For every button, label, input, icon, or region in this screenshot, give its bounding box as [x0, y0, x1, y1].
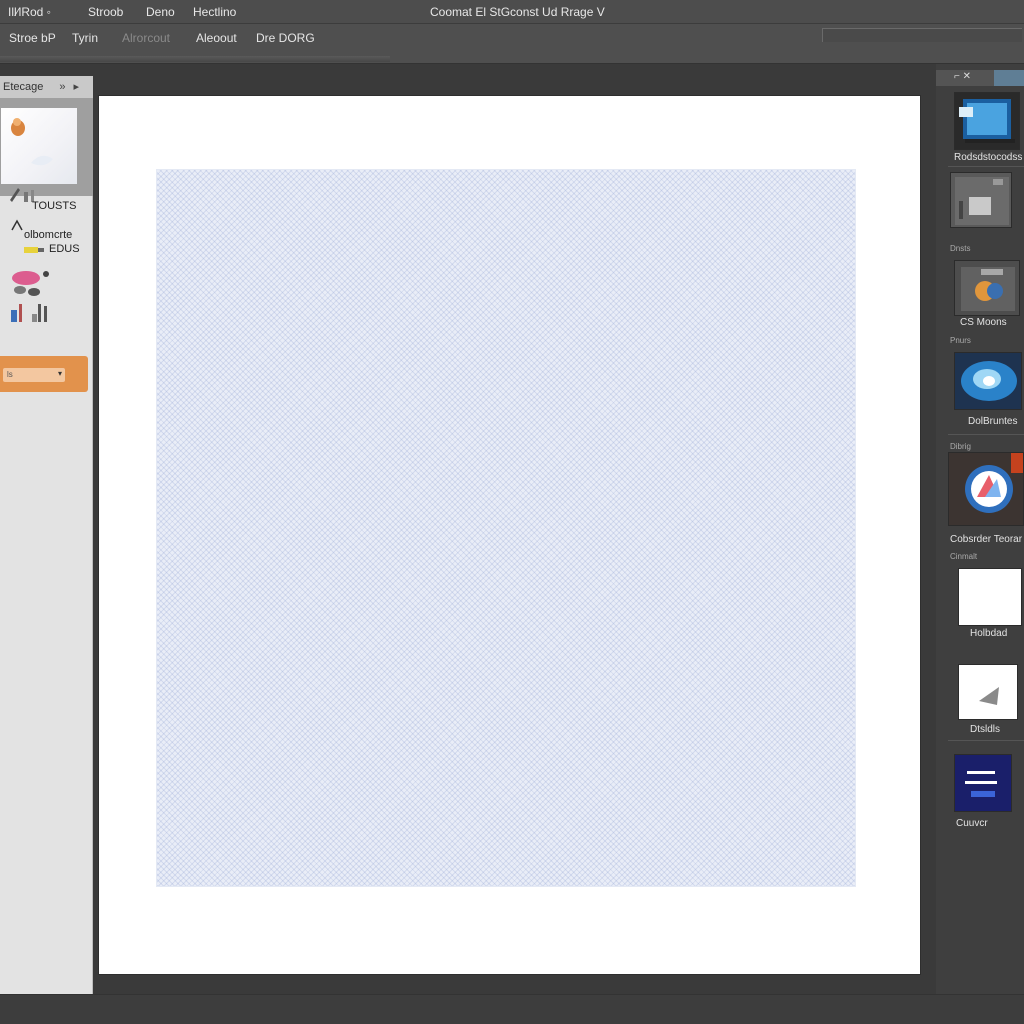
- dropdown-arrow-icon[interactable]: ▾: [58, 369, 62, 378]
- panel-collapse-icon[interactable]: »▸: [59, 80, 87, 93]
- menu-item-demo[interactable]: Deno: [146, 5, 175, 19]
- option-org[interactable]: Dre DORG: [256, 31, 315, 45]
- option-about[interactable]: Aleoout: [196, 31, 237, 45]
- options-field[interactable]: [822, 28, 1022, 42]
- status-bar: [0, 994, 1024, 1024]
- brush-preview-thumbnail[interactable]: [1, 108, 77, 184]
- pattern-fill-area[interactable]: [156, 169, 856, 887]
- thumb-3-image: [961, 267, 1015, 311]
- section-label-dnsts: Dnsts: [950, 244, 971, 253]
- options-scrollbar[interactable]: [0, 56, 390, 62]
- library-thumb-6[interactable]: [958, 568, 1022, 626]
- tools-panel-title: Etecage: [3, 81, 44, 93]
- library-caption-6: Dtsldls: [970, 724, 1001, 735]
- brush-size-row[interactable]: ls ▾: [0, 356, 88, 392]
- library-thumb-7[interactable]: [958, 664, 1018, 720]
- tool-label-edus: EDUS: [49, 243, 80, 255]
- window-title: Coomat El StGconst Ud Rrage V: [430, 5, 605, 19]
- thumb-8-image: [965, 771, 997, 797]
- library-panel-header: ⌐ ✕: [936, 70, 1024, 86]
- tool-label-olbomcrte: olbomcrte: [24, 229, 73, 241]
- option-type[interactable]: Tyrin: [72, 31, 98, 45]
- eraser-icon[interactable]: [22, 242, 46, 256]
- thumb-5-image: [949, 453, 1023, 525]
- library-divider: [948, 166, 1024, 167]
- section-label-pnurs: Pnurs: [950, 336, 971, 345]
- library-panel-tab[interactable]: [994, 70, 1024, 86]
- library-caption-1: Rodsdstocodss: [954, 152, 1023, 163]
- library-divider: [948, 740, 1024, 741]
- library-thumb-2[interactable]: [950, 172, 1012, 228]
- library-divider: [948, 434, 1024, 435]
- tool-label-tousts: TOUSTS: [32, 200, 77, 212]
- library-caption-2: CS Moons: [960, 317, 1007, 328]
- library-thumb-1[interactable]: [954, 92, 1020, 150]
- stamp-icon[interactable]: [6, 266, 52, 300]
- thumb-1-image: [959, 99, 1015, 143]
- menu-item-help[interactable]: Hectlino: [193, 5, 236, 19]
- tools-panel: Etecage »▸ TOUSTS olbomcrte EDUS ls ▾: [0, 76, 93, 994]
- thumb-4-image: [961, 361, 1017, 401]
- tools-panel-header: Etecage »▸: [0, 76, 93, 98]
- section-label-cinmalt: Cinmalt: [950, 552, 978, 561]
- brush-size-field[interactable]: ls ▾: [3, 368, 65, 382]
- library-caption-7: Cuuvcr: [956, 818, 988, 829]
- library-thumb-4[interactable]: [954, 352, 1022, 410]
- thumb-7-image: [979, 687, 999, 705]
- options-bar: Stroe bP Tyrin Alrorcout Aleoout Dre DOR…: [0, 24, 1024, 64]
- option-disabled: Alrorcout: [122, 31, 171, 45]
- option-stroke[interactable]: Stroe bP: [9, 31, 56, 45]
- menu-item-stroke[interactable]: Stroob: [88, 5, 123, 19]
- library-thumb-3[interactable]: [954, 260, 1020, 316]
- library-thumb-5[interactable]: [948, 452, 1024, 526]
- brush-preview-icon: [11, 118, 53, 166]
- artboard[interactable]: [99, 96, 920, 974]
- library-caption-3: DolBruntes: [968, 416, 1018, 427]
- section-label-dibrig: Dibrig: [950, 442, 971, 451]
- canvas-area: [93, 64, 936, 994]
- library-caption-5: Holbdad: [970, 628, 1008, 639]
- menu-bar: Ιll⁄lRod ◦ Stroob Deno Hectlino Coomat E…: [0, 0, 1024, 24]
- thumb-2-image: [955, 177, 1009, 225]
- tool-set-icon[interactable]: [8, 300, 54, 326]
- library-thumb-8[interactable]: [954, 754, 1012, 812]
- library-panel: ⌐ ✕ Rodsdstocodss Dnsts CS Moons Pnurs D…: [936, 64, 1024, 994]
- brush-size-value: ls: [7, 370, 13, 379]
- library-caption-4: Cobsrder Teorar: [950, 534, 1023, 545]
- menu-item-file[interactable]: Ιll⁄lRod ◦: [8, 5, 51, 19]
- panel-arrow-icon[interactable]: ⌐ ✕: [954, 71, 971, 82]
